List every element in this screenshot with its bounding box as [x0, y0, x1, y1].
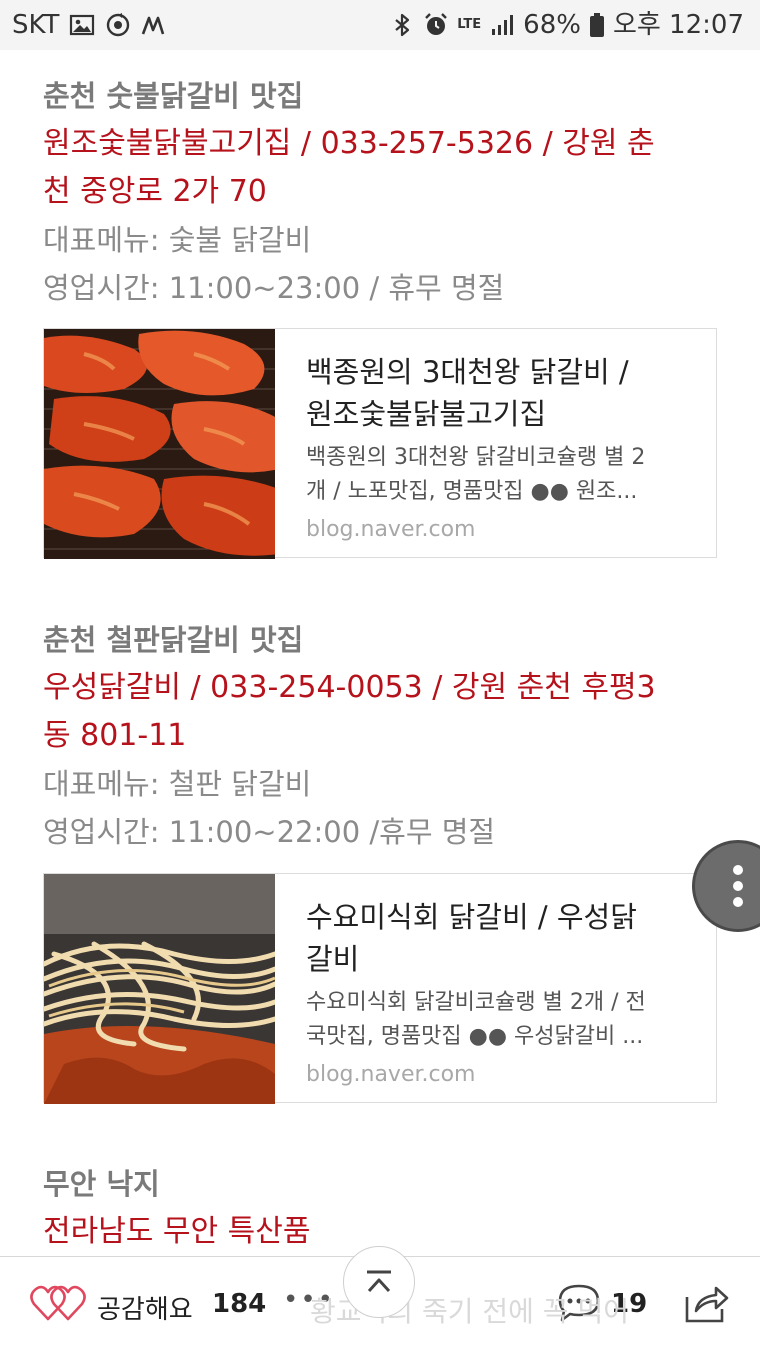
- dot-icon: [733, 897, 743, 907]
- battery-icon: [589, 13, 604, 37]
- menu-text: 대표메뉴: 숯불 닭갈비: [43, 223, 312, 257]
- like-label[interactable]: 공감해요: [97, 1289, 193, 1326]
- card-description: 수요미식회 닭갈비코슐랭 별 2개 / 전 국맛집, 명품맛집 ●● 우성닭갈비…: [306, 986, 692, 1054]
- section-title: 무안 낙지: [43, 1167, 160, 1201]
- card-body: 수요미식회 닭갈비 / 우성닭 갈비 수요미식회 닭갈비코슐랭 별 2개 / 전…: [306, 896, 692, 1092]
- alarm-icon: [425, 13, 448, 35]
- section-title: 춘천 철판닭갈비 맛집: [43, 623, 304, 657]
- carrier-label: SKT: [12, 10, 60, 40]
- like-heart-icon[interactable]: [30, 1283, 88, 1323]
- bluetooth-icon: [395, 13, 410, 37]
- link-preview-card[interactable]: 수요미식회 닭갈비 / 우성닭 갈비 수요미식회 닭갈비코슐랭 별 2개 / 전…: [43, 873, 717, 1104]
- card-description-line: 개 / 노포맛집, 명품맛집 ●● 원조...: [306, 479, 638, 504]
- card-thumbnail: [44, 329, 275, 559]
- battery-percent: 68%: [523, 10, 581, 40]
- restaurant-section: 무안 낙지 전라남도 무안 특산품: [43, 1160, 723, 1256]
- card-title: 원조숯불닭불고기집: [306, 397, 547, 431]
- status-left: SKT: [12, 9, 167, 41]
- status-right: LTE 68% 오후 12:07: [389, 9, 744, 41]
- card-description-line: 백종원의 3대천왕 닭갈비코슐랭 별 2: [306, 445, 646, 470]
- link-preview-card[interactable]: 백종원의 3대천왕 닭갈비 / 원조숯불닭불고기집 백종원의 3대천왕 닭갈비코…: [43, 328, 717, 559]
- chevron-up-icon: [367, 1270, 391, 1293]
- like-count: 184: [212, 1289, 267, 1319]
- image-icon: [70, 14, 95, 36]
- restaurant-section: 춘천 철판닭갈비 맛집 우성닭갈비 / 033-254-0053 / 강원 춘천…: [43, 616, 723, 856]
- card-body: 백종원의 3대천왕 닭갈비 / 원조숯불닭불고기집 백종원의 3대천왕 닭갈비코…: [306, 351, 692, 547]
- card-description: 백종원의 3대천왕 닭갈비코슐랭 별 2 개 / 노포맛집, 명품맛집 ●● 원…: [306, 441, 692, 509]
- m-app-icon: [142, 16, 165, 35]
- restaurant-section: 춘천 숫불닭갈비 맛집 원조숯불닭불고기집 / 033-257-5326 / 강…: [43, 72, 723, 312]
- card-url: blog.naver.com: [306, 517, 476, 542]
- restaurant-info-line: 천 중앙로 2가 70: [43, 174, 267, 209]
- scroll-to-top-button[interactable]: [343, 1246, 415, 1318]
- network-type-label: LTE: [457, 17, 482, 32]
- card-description-line: 수요미식회 닭갈비코슐랭 별 2개 / 전: [306, 990, 646, 1015]
- dot-icon: [733, 865, 743, 875]
- noodle-dish-image: [44, 874, 275, 1104]
- clock-label: 오후 12:07: [612, 10, 744, 40]
- restaurant-info-line: 원조숯불닭불고기집 / 033-257-5326 / 강원 춘: [43, 126, 655, 161]
- card-title: 갈비: [306, 942, 360, 976]
- restaurant-info-line: 우성닭갈비 / 033-254-0053 / 강원 춘천 후평3: [43, 670, 656, 705]
- card-title: 백종원의 3대천왕 닭갈비 /: [306, 355, 629, 389]
- status-bar: SKT LTE 68% 오후 12:07: [0, 0, 760, 50]
- dot-icon: [733, 881, 743, 891]
- hours-text: 영업시간: 11:00~22:00 /휴무 명절: [43, 815, 496, 849]
- menu-text: 대표메뉴: 철판 닭갈비: [43, 767, 312, 801]
- share-icon[interactable]: [684, 1283, 730, 1325]
- grilled-chicken-image: [44, 329, 275, 559]
- section-title: 춘천 숫불닭갈비 맛집: [43, 79, 304, 113]
- card-description-line: 국맛집, 명품맛집 ●● 우성닭갈비 ...: [306, 1024, 644, 1049]
- card-url: blog.naver.com: [306, 1062, 476, 1087]
- card-thumbnail: [44, 874, 275, 1104]
- card-title: 수요미식회 닭갈비 / 우성닭: [306, 900, 637, 934]
- restaurant-info-line: 동 801-11: [43, 718, 187, 753]
- signal-icon: [492, 15, 514, 35]
- hours-text: 영업시간: 11:00~23:00 / 휴무 명절: [43, 271, 505, 305]
- sync-icon: [107, 13, 130, 37]
